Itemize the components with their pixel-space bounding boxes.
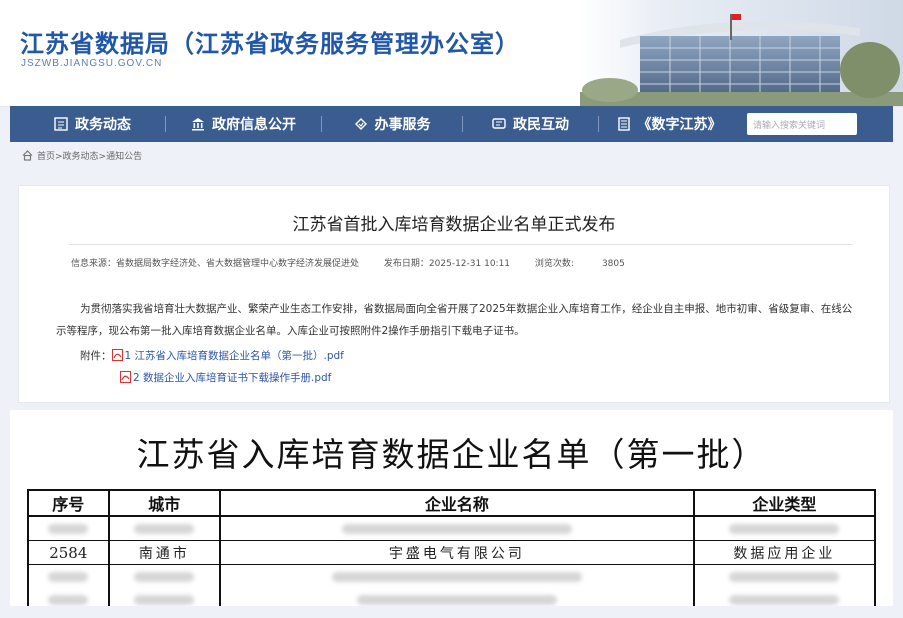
nav-item-services[interactable]: 办事服务 xyxy=(322,106,462,142)
nav-item-digital-jiangsu[interactable]: 《数字江苏》 xyxy=(599,106,739,142)
blurred-cell xyxy=(219,564,695,588)
pdf-icon xyxy=(111,349,123,361)
document-image: 江苏省入库培育数据企业名单（第一批） 序号 城市 企业名称 企业类型 2584 … xyxy=(10,410,893,606)
blurred-cell xyxy=(219,516,695,541)
table-row: 2584 南通市 宇盛电气有限公司 数据应用企业 xyxy=(27,540,877,565)
pdf-icon xyxy=(120,371,131,383)
newspaper-icon xyxy=(54,117,68,131)
attachment-link-1[interactable]: 1 江苏省入库培育数据企业名单（第一批）.pdf xyxy=(111,348,344,363)
attachment-link-2[interactable]: 2 数据企业入库培育证书下载操作手册.pdf xyxy=(120,370,331,385)
attachment-name: 2 数据企业入库培育证书下载操作手册.pdf xyxy=(133,371,332,384)
bank-icon xyxy=(192,118,204,131)
source-label: 信息来源： xyxy=(71,259,117,269)
blurred-cell xyxy=(107,564,222,588)
column-header: 企业名称 xyxy=(219,489,695,517)
blurred-cell xyxy=(692,588,877,606)
cell-company: 宇盛电气有限公司 xyxy=(219,540,695,565)
search-input[interactable]: 请输入搜索关键词 xyxy=(747,113,857,135)
attachment-row: 附件： 1 江苏省入库培育数据企业名单（第一批）.pdf xyxy=(80,344,344,366)
source-value: 省数据局数字经济处、省大数据管理中心数字经济发展促进处 xyxy=(116,259,360,269)
article-body: 为贯彻落实我省培育壮大数据产业、繁荣产业生态工作安排，省数据局面向全省开展了20… xyxy=(56,303,853,337)
column-header: 企业类型 xyxy=(692,489,877,517)
article-title: 江苏省首批入库培育数据企业名单正式发布 xyxy=(292,215,616,235)
table-header-row: 序号 城市 企业名称 企业类型 xyxy=(27,489,877,517)
chat-icon xyxy=(492,118,506,129)
nav-label: 《数字江苏》 xyxy=(637,117,722,133)
blurred-cell xyxy=(692,564,877,588)
blurred-cell xyxy=(27,564,110,588)
building-banner-image xyxy=(580,0,903,106)
cell-index: 2584 xyxy=(27,540,110,565)
blurred-cell xyxy=(107,588,222,606)
site-title[interactable]: 江苏省数据局（江苏省政务服务管理办公室） xyxy=(20,24,520,59)
nav-label: 政民互动 xyxy=(513,117,569,133)
blurred-cell xyxy=(219,588,695,606)
magazine-icon xyxy=(617,117,630,131)
cell-type: 数据应用企业 xyxy=(692,540,877,565)
document-title: 江苏省入库培育数据企业名单（第一批） xyxy=(136,435,767,474)
attachments: 附件： 1 江苏省入库培育数据企业名单（第一批）.pdf 2 数据企业入库培育证… xyxy=(80,344,344,388)
nav-label: 办事服务 xyxy=(374,117,431,133)
views-value: 3805 xyxy=(601,259,625,269)
blurred-table-row xyxy=(27,564,877,588)
blurred-table-row xyxy=(27,516,877,541)
article-panel: 江苏省首批入库培育数据企业名单正式发布 信息来源：省数据局数字经济处、省大数据管… xyxy=(18,185,890,403)
main-nav: 政务动态 政府信息公开 办事服务 政民互动 《数字江苏》 请输入搜索关键词 xyxy=(10,106,893,142)
nav-item-gov-info[interactable]: 政府信息公开 xyxy=(166,106,321,142)
blurred-cell xyxy=(692,516,877,541)
site-header: 江苏省数据局（江苏省政务服务管理办公室） JSZWB.JIANGSU.GOV.C… xyxy=(0,0,903,107)
home-icon[interactable] xyxy=(22,150,33,161)
breadcrumb: 首页>政务动态>通知公告 xyxy=(22,149,142,162)
breadcrumb-text[interactable]: 首页>政务动态>通知公告 xyxy=(37,149,142,162)
company-table: 序号 城市 企业名称 企业类型 2584 南通市 宇盛电气有限公司 数据应用企业 xyxy=(27,489,877,606)
blurred-table-row xyxy=(27,588,877,606)
date-label: 发布日期： xyxy=(383,259,429,269)
handshake-icon xyxy=(354,118,367,130)
nav-item-interaction[interactable]: 政民互动 xyxy=(463,106,598,142)
article-meta: 信息来源：省数据局数字经济处、省大数据管理中心数字经济发展促进处 发布日期：20… xyxy=(71,256,635,269)
site-domain: JSZWB.JIANGSU.GOV.CN xyxy=(21,58,163,69)
page-bottom-strip xyxy=(0,606,903,618)
blurred-cell xyxy=(27,516,110,541)
nav-label: 政务动态 xyxy=(75,117,131,133)
views-label: 浏览次数: xyxy=(534,259,574,269)
cell-city: 南通市 xyxy=(107,540,222,565)
nav-item-news[interactable]: 政务动态 xyxy=(20,106,165,142)
attachment-row: 2 数据企业入库培育证书下载操作手册.pdf xyxy=(80,366,344,388)
date-value: 2025-12-31 10:11 xyxy=(428,259,511,269)
attachment-name: 1 江苏省入库培育数据企业名单（第一批）.pdf xyxy=(124,349,344,362)
attachments-label: 附件： xyxy=(80,349,112,362)
title-divider xyxy=(69,244,853,245)
blurred-cell xyxy=(107,516,222,541)
column-header: 序号 xyxy=(27,489,110,517)
column-header: 城市 xyxy=(107,489,222,517)
nav-label: 政府信息公开 xyxy=(212,117,296,133)
blurred-cell xyxy=(27,588,110,606)
